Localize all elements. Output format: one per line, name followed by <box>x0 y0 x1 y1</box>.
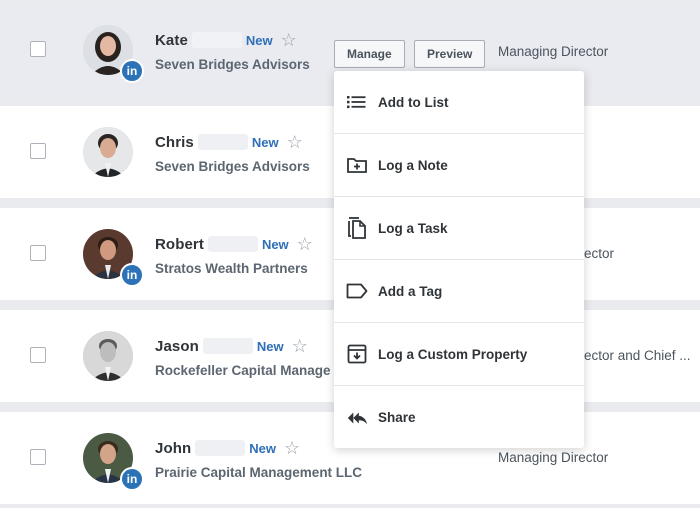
menu-item-label: Log a Note <box>378 157 448 173</box>
row-checkbox[interactable] <box>30 41 46 57</box>
menu-item-log-a-note[interactable]: Log a Note <box>334 134 584 197</box>
menu-item-share[interactable]: Share <box>334 386 584 449</box>
menu-item-log-a-custom-property[interactable]: Log a Custom Property <box>334 323 584 386</box>
new-badge: New <box>249 440 276 456</box>
menu-item-label: Log a Custom Property <box>378 346 528 362</box>
manage-button[interactable]: Manage <box>334 40 405 68</box>
menu-item-label: Log a Task <box>378 220 448 236</box>
preview-button[interactable]: Preview <box>414 40 486 68</box>
linkedin-icon[interactable]: in <box>120 59 144 83</box>
redacted-last-name <box>207 236 258 252</box>
star-icon[interactable]: ☆ <box>297 235 313 253</box>
job-title: ector <box>584 246 615 261</box>
redacted-last-name <box>197 134 248 150</box>
row-checkbox[interactable] <box>30 143 46 159</box>
star-icon[interactable]: ☆ <box>281 31 297 49</box>
company-name: Rockefeller Capital Manage <box>155 363 331 378</box>
company-name: Prairie Capital Management LLC <box>155 465 363 480</box>
avatar: in <box>83 25 144 83</box>
contact-name[interactable]: John <box>155 440 191 457</box>
folder-plus-icon <box>346 154 368 176</box>
star-icon[interactable]: ☆ <box>287 133 303 151</box>
contact-name[interactable]: Robert <box>155 236 204 253</box>
star-icon[interactable]: ☆ <box>284 439 300 457</box>
contact-name[interactable]: Kate <box>155 32 188 49</box>
copy-document-icon <box>346 217 368 239</box>
menu-item-label: Add a Tag <box>378 283 443 299</box>
new-badge: New <box>256 338 284 354</box>
tag-icon <box>346 280 368 302</box>
new-badge: New <box>261 236 289 252</box>
manage-dropdown-menu: Add to List Log a Note Log a Task Add a … <box>334 71 584 448</box>
reply-all-icon <box>346 407 368 429</box>
avatar <box>83 127 135 179</box>
job-title: Managing Director <box>498 450 609 465</box>
contact-name[interactable]: Chris <box>155 134 194 151</box>
linkedin-icon[interactable]: in <box>120 467 144 491</box>
contact-list-page: in Kate New ☆ Seven Bridges Advisors Man… <box>0 0 700 508</box>
menu-item-add-to-list[interactable]: Add to List <box>334 71 584 134</box>
menu-item-add-a-tag[interactable]: Add a Tag <box>334 260 584 323</box>
menu-item-label: Share <box>378 410 416 425</box>
company-name: Stratos Wealth Partners <box>155 261 308 276</box>
list-icon <box>346 91 368 113</box>
avatar: in <box>83 229 144 287</box>
menu-item-label: Add to List <box>378 94 449 110</box>
row-checkbox[interactable] <box>30 449 46 465</box>
star-icon[interactable]: ☆ <box>292 337 308 355</box>
menu-item-log-a-task[interactable]: Log a Task <box>334 197 584 260</box>
new-badge: New <box>245 32 273 48</box>
job-title: Managing Director <box>498 44 609 59</box>
redacted-last-name <box>195 440 246 456</box>
redacted-last-name <box>202 338 253 354</box>
linkedin-icon[interactable]: in <box>120 263 144 287</box>
company-name: Seven Bridges Advisors <box>155 57 310 72</box>
avatar <box>83 331 135 383</box>
avatar: in <box>83 433 144 491</box>
new-badge: New <box>251 134 279 150</box>
avatar-photo <box>83 127 133 177</box>
redacted-last-name <box>191 32 242 48</box>
contact-name[interactable]: Jason <box>155 338 199 355</box>
archive-box-icon <box>346 343 368 365</box>
row-checkbox[interactable] <box>30 245 46 261</box>
job-title: ector and Chief ... <box>584 348 691 363</box>
company-name: Seven Bridges Advisors <box>155 159 310 174</box>
row-checkbox[interactable] <box>30 347 46 363</box>
avatar-photo <box>83 331 133 381</box>
